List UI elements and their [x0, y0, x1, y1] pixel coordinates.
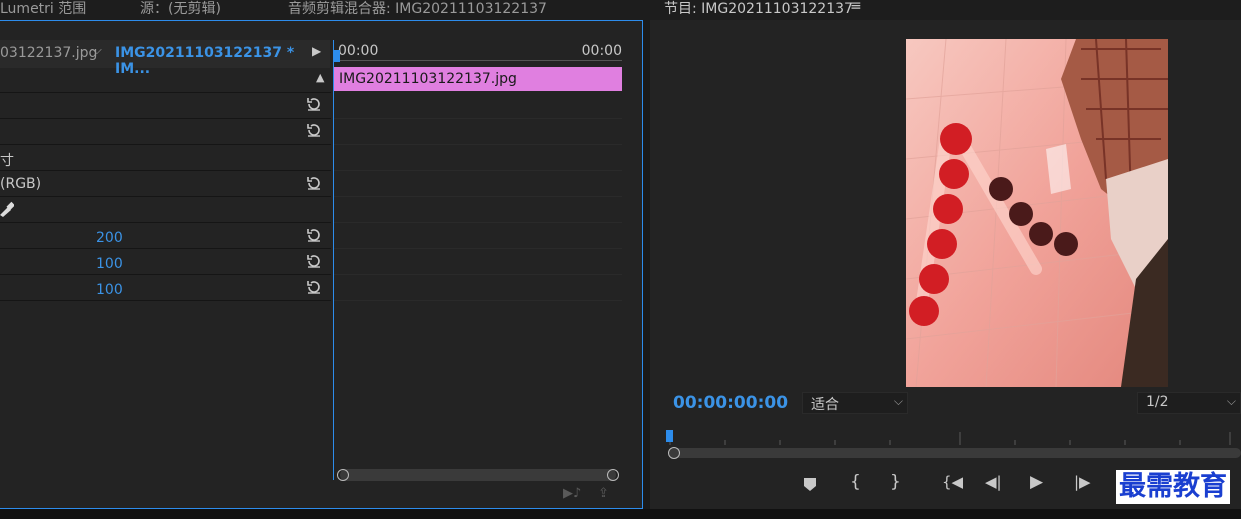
timeline-clip[interactable]: IMG20211103122137.jpg	[334, 67, 622, 91]
playhead-marker[interactable]	[334, 50, 340, 62]
tab-lumetri-scopes[interactable]: Lumetri 范围	[0, 0, 86, 18]
play-arrow-icon[interactable]: ▶	[312, 44, 321, 58]
property-row[interactable]	[0, 197, 331, 223]
reset-icon[interactable]	[305, 252, 323, 270]
keyframe-track[interactable]	[334, 197, 622, 223]
filter-audio-icon[interactable]: ▶♪	[563, 486, 581, 501]
keyframe-track[interactable]	[334, 275, 622, 301]
watermark-logo: 最需教育	[1116, 470, 1230, 504]
keyframe-track[interactable]	[334, 171, 622, 197]
scroll-handle-left[interactable]	[337, 469, 349, 481]
mark-out-icon[interactable]: }	[890, 472, 901, 492]
keyframe-track[interactable]	[334, 223, 622, 249]
ruler-time-end: 00:00	[581, 43, 622, 59]
property-value[interactable]: 200	[96, 230, 123, 246]
tab-source[interactable]: 源：(无剪辑)	[140, 0, 221, 18]
zoom-fit-select[interactable]: 适合 ⌵	[802, 392, 908, 414]
property-value[interactable]: 100	[96, 282, 123, 298]
mini-timeline-ruler[interactable]: 00:00 00:00	[334, 40, 622, 66]
reset-icon[interactable]	[305, 95, 323, 113]
eyedropper-icon[interactable]	[0, 201, 14, 217]
reset-icon[interactable]	[305, 226, 323, 244]
resolution-value: 1/2	[1146, 394, 1169, 410]
program-timecode[interactable]: 00:00:00:00	[673, 393, 788, 413]
play-icon[interactable]: ▶	[1030, 472, 1043, 492]
reset-icon[interactable]	[305, 278, 323, 296]
keyframe-track[interactable]	[334, 145, 622, 171]
property-row[interactable]: 100	[0, 275, 331, 301]
panel-menu-icon[interactable]: ≡	[850, 0, 862, 14]
scroll-handle-right[interactable]	[607, 469, 619, 481]
mark-in-icon[interactable]: {	[850, 472, 861, 492]
property-label: (RGB)	[0, 176, 42, 192]
tab-program-monitor[interactable]: 节目: IMG20211103122137	[664, 0, 853, 18]
timeline-scrollbar[interactable]	[337, 469, 619, 481]
reset-icon[interactable]	[305, 174, 323, 192]
step-forward-icon[interactable]: |▶	[1074, 473, 1091, 491]
ruler-time-start: 00:00	[338, 43, 379, 59]
export-icon[interactable]: ⇪	[598, 486, 609, 501]
source-clip-selector[interactable]: 03122137.jpg	[0, 45, 97, 61]
property-label: 寸	[0, 153, 14, 169]
property-row[interactable]: 200	[0, 223, 331, 249]
property-row[interactable]	[0, 119, 331, 145]
property-row[interactable]: ▲	[0, 67, 331, 93]
resolution-select[interactable]: 1/2 ⌵	[1137, 392, 1241, 414]
bottom-status-bar	[0, 509, 1241, 519]
panel-tab-bar: Lumetri 范围 源：(无剪辑) 音频剪辑混合器: IMG202111031…	[0, 0, 1241, 20]
chevron-down-icon: ⌵	[893, 394, 903, 408]
step-back-icon[interactable]: ◀|	[985, 473, 1002, 491]
scroll-handle-left[interactable]	[668, 447, 680, 459]
tab-audio-clip-mixer[interactable]: 音频剪辑混合器: IMG20211103122137	[288, 0, 547, 18]
property-row[interactable]: 100	[0, 249, 331, 275]
property-row[interactable]: (RGB)	[0, 171, 331, 197]
zoom-fit-value: 适合	[811, 397, 839, 413]
property-row[interactable]: 寸	[0, 145, 331, 171]
chevron-down-icon: ⌵	[1226, 394, 1236, 408]
keyframe-track[interactable]	[334, 119, 622, 145]
chevron-down-icon[interactable]: ⌵	[92, 43, 102, 58]
property-value[interactable]: 100	[96, 256, 123, 272]
program-scrollbar[interactable]	[668, 447, 1241, 459]
program-playhead[interactable]	[666, 430, 673, 442]
add-marker-icon[interactable]	[800, 474, 820, 494]
effect-controls-header: 03122137.jpg ⌵ IMG20211103122137 * IM...…	[0, 40, 330, 77]
keyframe-track[interactable]	[334, 249, 622, 275]
collapse-up-icon[interactable]: ▲	[316, 71, 324, 84]
keyframe-track[interactable]	[334, 93, 622, 119]
program-video-frame[interactable]	[906, 39, 1168, 387]
reset-icon[interactable]	[305, 121, 323, 139]
go-to-in-icon[interactable]: {◀	[942, 473, 963, 491]
property-row[interactable]	[0, 93, 331, 119]
program-time-ruler[interactable]	[665, 428, 1241, 446]
